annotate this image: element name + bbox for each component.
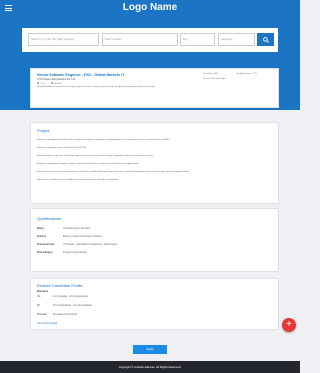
project-heading: Project (37, 128, 50, 133)
ug-label: UG (37, 296, 41, 298)
experience-value: 7 yrs (40, 83, 45, 85)
apply-button[interactable]: Apply (133, 345, 167, 354)
project-line: Experience of working to strict deadline… (37, 179, 120, 181)
job-meta: 7 yrs Mumbai (37, 82, 62, 85)
project-line: Responsibility to carry out unit testing… (37, 155, 153, 157)
salary-value: Not Disclosed by Recruiter (63, 228, 91, 230)
pg-value: Any Postgraduate - Any Specialization (53, 305, 92, 307)
functional-area-label: Functional Area (37, 244, 55, 246)
location-icon (50, 82, 53, 84)
qualifications-card: Qualifications Salary Not Disclosed by R… (30, 208, 279, 272)
functional-area-value: IT Software - Application Programming , … (63, 244, 118, 246)
project-line: Hands-on developer with high levels of a… (37, 139, 170, 141)
location-select[interactable]: Select Location (102, 33, 178, 46)
job-card: Senior Software Engineer - FXD - Global … (30, 68, 279, 108)
industry-label: Industry (37, 236, 47, 238)
project-line: Hands-on experience with Oracle SQL and … (37, 147, 87, 149)
keyword-input[interactable]: Search by e.g. Job Title, Skills, Compan… (28, 33, 99, 46)
job-title[interactable]: Senior Software Engineer - FXD - Global … (37, 73, 124, 77)
search-bar: Search by e.g. Job Title, Skills, Compan… (22, 28, 278, 52)
candidate-profile-card: Desired Candidate Profile Education UG A… (30, 278, 279, 330)
experience-select[interactable]: Exp (180, 33, 215, 46)
role-category-label: Role Category (37, 252, 53, 254)
project-line: Ensuring that the project and organizati… (37, 171, 190, 173)
add-button[interactable]: + (282, 318, 296, 332)
education-label: Education (37, 291, 49, 293)
role-category-value: Programming & Design (63, 252, 87, 254)
doctorate-label: Doctorate (37, 314, 47, 316)
search-icon (262, 36, 269, 43)
qualifications-heading: Qualifications (37, 216, 62, 221)
job-applications: Job Applications: 772 (236, 73, 257, 75)
industry-value: Banking / Financial Services / Broking (63, 236, 102, 238)
company-name[interactable]: XYZ Private India Solutions Pvt. Ltd. (37, 78, 76, 81)
pg-label: PG (37, 305, 41, 307)
briefcase-icon (37, 82, 39, 84)
posted-time: Posted: Few hours Ago (203, 78, 226, 80)
footer: Copyright © website address. All Rights … (0, 361, 300, 373)
logo[interactable]: Logo Name (0, 2, 300, 13)
job-summary: Responsibilities to carry out unit testi… (37, 86, 155, 88)
ug-value: Any Graduate - Any Specialization (53, 296, 88, 298)
location-value: Mumbai (53, 83, 62, 85)
candidate-heading: Desired Candidate Profile (37, 283, 83, 288)
view-contact-link[interactable]: View Contact Detail (37, 323, 57, 325)
category-select[interactable]: Categories (218, 33, 255, 46)
job-views: Job Views: 800 (203, 73, 218, 75)
search-button[interactable] (257, 33, 274, 46)
project-line: Be able to understand complex systems an… (37, 163, 139, 165)
doctorate-value: Doctorate Not Required (53, 314, 78, 316)
plus-icon: + (286, 319, 292, 330)
project-card: Project Hands-on developer with high lev… (30, 122, 279, 204)
salary-label: Salary (37, 228, 44, 230)
